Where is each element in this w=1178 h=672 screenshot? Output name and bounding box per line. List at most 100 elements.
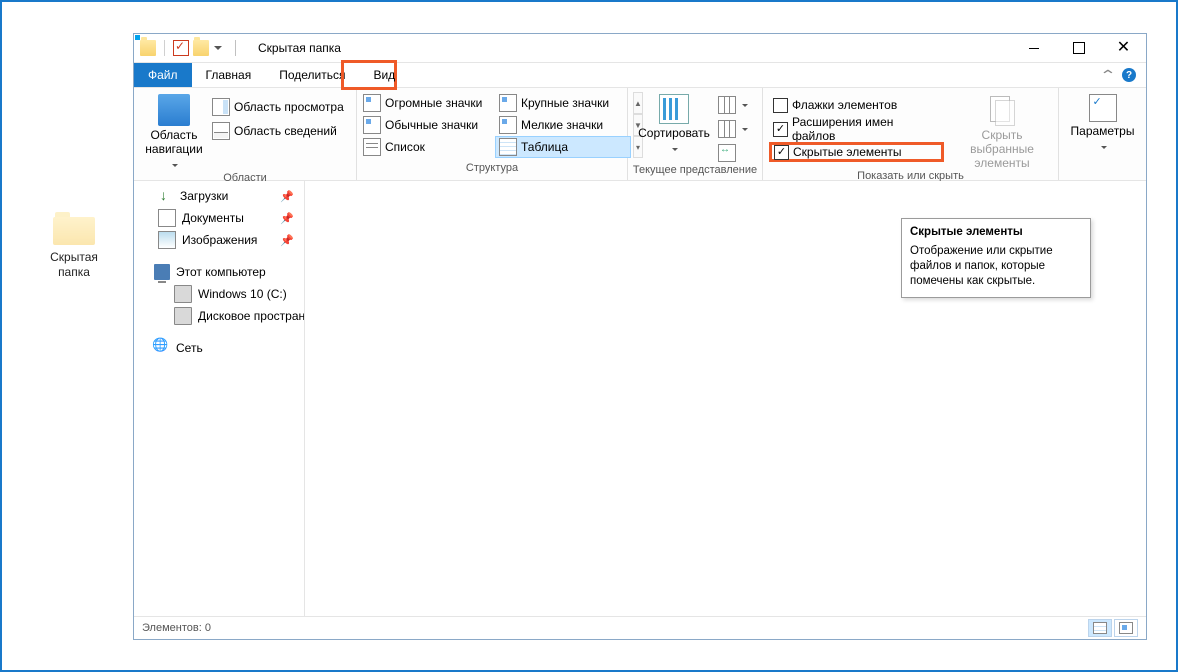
table-icon [499,138,517,156]
layout-table[interactable]: Таблица [495,136,631,158]
large-icons-icon [499,94,517,112]
chevron-down-icon [170,158,178,172]
huge-icons-icon [363,94,381,112]
tab-file[interactable]: Файл [134,63,192,87]
pictures-icon [158,231,176,249]
ribbon-view: Областьнавигации Область просмотра Облас… [134,88,1146,181]
small-icons-icon [499,116,517,134]
ribbon-group-show-hide: Флажки элементов Расширения имен файлов … [763,88,1059,180]
title-bar: Скрытая папка ✕ [134,34,1146,63]
drive-icon [174,285,192,303]
sort-icon [659,94,689,124]
columns-icon [718,120,736,138]
qat-new-folder-icon[interactable] [193,40,209,56]
size-columns-button[interactable] [714,142,752,164]
view-mode-details-button[interactable] [1088,619,1112,637]
checkbox-checked-icon [773,122,788,137]
desktop-folder-hidden[interactable]: Скрытаяпапка [44,212,104,280]
folder-icon [53,212,95,246]
checkbox-icon [773,98,788,113]
tooltip-body: Отображение или скрытие файлов и папок, … [910,244,1082,289]
chevron-down-icon [740,98,748,112]
sort-by-button[interactable]: Сортировать [634,92,714,156]
window-title: Скрытая папка [258,41,341,55]
tab-home[interactable]: Главная [192,63,266,87]
ribbon-group-caption: Текущее представление [628,164,762,180]
close-icon: ✕ [1117,40,1130,56]
ribbon-group-caption: Структура [357,162,627,180]
quick-access-toolbar: Скрытая папка [134,40,341,56]
qat-properties-icon[interactable] [173,40,189,56]
tab-view[interactable]: Вид [359,63,409,87]
layout-large-icons[interactable]: Крупные значки [495,92,631,114]
tree-item-documents[interactable]: Документы 📌 [134,207,304,229]
downloads-icon [158,188,174,204]
screenshot-frame: Скрытаяпапка Скрытая папка ✕ Файл Г [0,0,1178,672]
file-extensions-toggle[interactable]: Расширения имен файлов [769,118,944,140]
details-pane-button[interactable]: Область сведений [208,120,348,142]
chevron-down-icon [740,122,748,136]
layout-medium-icons[interactable]: Обычные значки [359,114,495,136]
divider [235,40,236,56]
this-pc-icon [154,264,170,280]
chevron-down-icon [670,142,678,156]
hide-selected-icon [986,94,1018,126]
qat-dropdown-icon[interactable] [213,40,223,56]
layout-huge-icons[interactable]: Огромные значки [359,92,495,114]
hide-selected-button: Скрыть выбранныеэлементы [952,92,1052,170]
network-icon [154,340,170,356]
chevron-down-icon [1099,140,1107,154]
status-item-count: Элементов: 0 [142,622,211,634]
navigation-pane-icon [158,94,190,126]
item-checkboxes-toggle[interactable]: Флажки элементов [769,94,944,116]
tree-item-d-drive[interactable]: Дисковое простран [134,305,304,327]
pin-icon: 📌 [280,212,294,225]
tree-item-pictures[interactable]: Изображения 📌 [134,229,304,251]
documents-icon [158,209,176,227]
ribbon-group-panes: Областьнавигации Область просмотра Облас… [134,88,357,180]
preview-pane-button[interactable]: Область просмотра [208,96,348,118]
options-button[interactable]: Параметры [1069,92,1137,154]
icons-view-icon [1119,622,1133,634]
group-icon [718,96,736,114]
tree-item-network[interactable]: Сеть [134,337,304,359]
maximize-icon [1073,42,1085,54]
file-explorer-window: Скрытая папка ✕ Файл Главная Поделиться … [133,33,1147,640]
tree-item-downloads[interactable]: Загрузки 📌 [134,185,304,207]
ribbon-group-options: Параметры [1059,88,1146,180]
details-view-icon [1093,622,1107,634]
minimize-icon [1029,48,1039,49]
close-button[interactable]: ✕ [1101,34,1146,62]
help-icon[interactable]: ? [1122,68,1136,82]
navigation-pane-button[interactable]: Областьнавигации [140,92,208,172]
minimize-button[interactable] [1011,34,1056,62]
window-controls: ✕ [1011,34,1146,62]
tree-item-c-drive[interactable]: Windows 10 (C:) [134,283,304,305]
fit-columns-icon [718,144,736,162]
navigation-tree: Загрузки 📌 Документы 📌 Изображения 📌 Это… [134,181,305,616]
divider [164,40,165,56]
ribbon-tabs: Файл Главная Поделиться Вид ⌃ ? [134,63,1146,88]
minimize-ribbon-icon[interactable]: ⌃ [1099,67,1117,84]
group-by-button[interactable] [714,94,752,116]
ribbon-group-current-view: Сортировать Текущее представление [628,88,763,180]
pin-icon: 📌 [280,234,294,247]
drive-icon [174,307,192,325]
add-columns-button[interactable] [714,118,752,140]
view-mode-icons-button[interactable] [1114,619,1138,637]
hidden-items-toggle[interactable]: Скрытые элементы [769,142,944,162]
list-icon [363,138,381,156]
layout-small-icons[interactable]: Мелкие значки [495,114,631,136]
tree-item-this-pc[interactable]: Этот компьютер [134,261,304,283]
tab-share[interactable]: Поделиться [265,63,359,87]
pin-icon: 📌 [280,190,294,203]
window-icon [140,40,156,56]
ribbon-group-layout: Огромные значки Крупные значки Обычные з… [357,88,628,180]
maximize-button[interactable] [1056,34,1101,62]
tooltip-hidden-items: Скрытые элементы Отображение или скрытие… [901,218,1091,298]
details-pane-icon [212,122,230,140]
layout-list[interactable]: Список [359,136,495,158]
status-bar: Элементов: 0 [134,616,1146,639]
tooltip-title: Скрытые элементы [910,225,1082,240]
desktop-folder-label: Скрытаяпапка [44,250,104,280]
